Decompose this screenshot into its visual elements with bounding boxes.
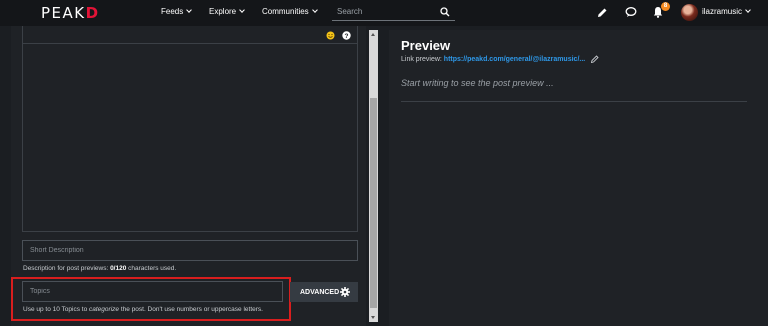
avatar[interactable] — [681, 4, 698, 21]
link-preview-label: Link preview: — [401, 55, 444, 63]
nav-feeds-label: Feeds — [161, 7, 184, 16]
scroll-up-arrow[interactable] — [371, 33, 375, 36]
link-preview-url[interactable]: https://peakd.com/general/@ilazramusic/.… — [444, 56, 585, 63]
notification-badge: 8 — [661, 2, 670, 11]
nav-feeds[interactable]: Feeds — [161, 7, 193, 16]
advanced-label: ADVANCED — [300, 288, 340, 296]
emoji-icon[interactable] — [326, 31, 335, 40]
search-icon[interactable] — [440, 7, 450, 17]
gear-icon — [340, 287, 350, 297]
topics-help-text: Use up to 10 Topics to categorize the po… — [23, 306, 263, 313]
nav-explore-label: Explore — [209, 7, 237, 16]
nav-communities-label: Communities — [262, 7, 309, 16]
preview-panel — [389, 30, 768, 326]
nav-communities[interactable]: Communities — [262, 7, 318, 16]
svg-text:?: ? — [345, 33, 349, 40]
chevron-down-icon — [239, 7, 245, 13]
edit-pencil-icon[interactable] — [591, 55, 599, 63]
preview-title: Preview — [401, 38, 451, 53]
advanced-button[interactable]: ADVANCED — [290, 282, 358, 302]
scroll-down-arrow[interactable] — [371, 316, 375, 319]
top-navbar: PEAKD Feeds Explore Communities 8 ilazra… — [0, 0, 768, 26]
peakd-logo[interactable]: PEAKD — [41, 4, 100, 22]
link-preview-row: Link preview: https://peakd.com/general/… — [401, 55, 599, 63]
description-help-text: Description for post previews: 0/120 cha… — [23, 265, 177, 272]
topics-input[interactable] — [22, 281, 283, 302]
search-input[interactable] — [332, 3, 455, 21]
nav-explore[interactable]: Explore — [209, 7, 245, 16]
chat-icon[interactable] — [625, 6, 637, 18]
editor-scrollbar[interactable] — [369, 30, 378, 322]
editor-toolbar: ? — [23, 26, 357, 44]
username-label: ilazramusic — [702, 7, 743, 16]
preview-placeholder: Start writing to see the post preview ..… — [401, 78, 554, 88]
help-icon[interactable]: ? — [342, 31, 351, 40]
chevron-down-icon — [186, 7, 193, 13]
preview-divider — [401, 101, 747, 102]
pencil-icon[interactable] — [597, 7, 608, 18]
scrollbar-thumb[interactable] — [370, 98, 377, 308]
user-menu[interactable]: ilazramusic — [702, 7, 751, 16]
chevron-down-icon — [311, 7, 318, 13]
chevron-down-icon — [745, 7, 751, 13]
post-body-editor[interactable]: ? — [22, 26, 358, 232]
short-description-input[interactable] — [22, 240, 358, 261]
